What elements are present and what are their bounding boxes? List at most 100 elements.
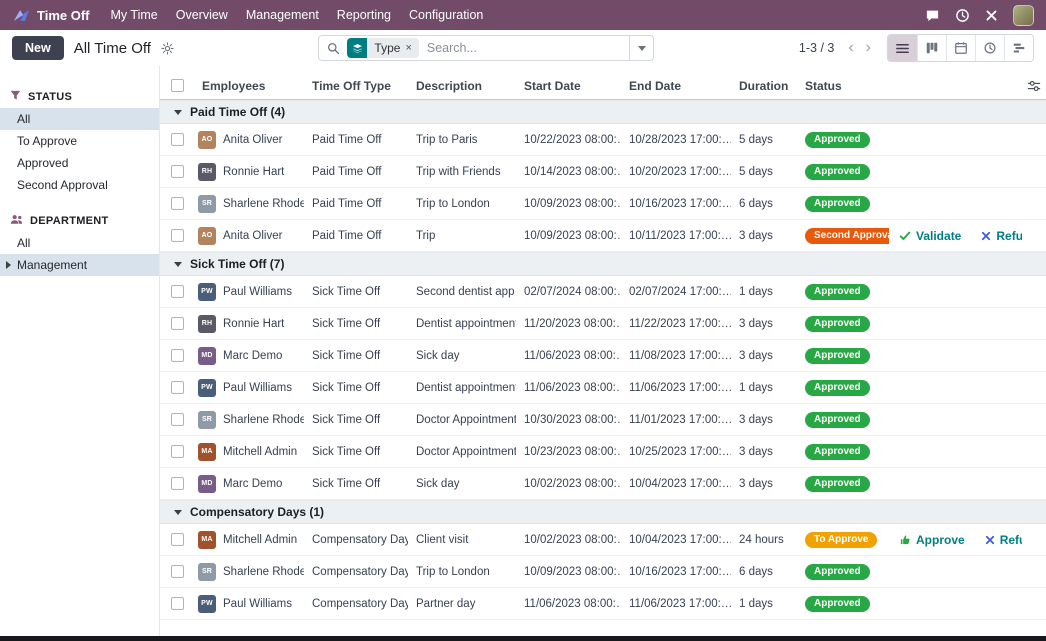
status-badge: Approved bbox=[805, 316, 870, 332]
pager-previous-button[interactable]: ‹ bbox=[842, 40, 859, 56]
list-view-button[interactable] bbox=[888, 35, 917, 61]
row-checkbox[interactable] bbox=[171, 445, 184, 458]
end-date: 11/08/2023 17:00:… bbox=[621, 340, 731, 371]
table-row[interactable]: SR Sharlene Rhodes Sick Time Off Doctor … bbox=[160, 404, 1046, 436]
app-menu[interactable]: Time Off bbox=[12, 8, 90, 23]
refuse-button[interactable]: Refuse bbox=[985, 533, 1022, 547]
action-label: Approve bbox=[916, 533, 965, 547]
optional-columns-toggle-icon[interactable] bbox=[1027, 79, 1041, 93]
sidebar-item-department-all[interactable]: All bbox=[0, 232, 159, 254]
column-header-timeoff-type[interactable]: Time Off Type bbox=[304, 79, 408, 93]
status-badge: Approved bbox=[805, 380, 870, 396]
column-header-duration[interactable]: Duration bbox=[731, 79, 797, 93]
row-actions bbox=[889, 404, 1022, 435]
menu-management[interactable]: Management bbox=[237, 0, 328, 30]
duration: 5 days bbox=[731, 124, 797, 155]
table-row[interactable]: MD Marc Demo Sick Time Off Sick day 11/0… bbox=[160, 340, 1046, 372]
row-actions bbox=[889, 588, 1022, 619]
search-input[interactable] bbox=[427, 41, 630, 55]
window-bottom-edge bbox=[0, 636, 1046, 641]
refuse-button[interactable]: Refuse bbox=[981, 229, 1022, 243]
sidebar-item-status-all[interactable]: All bbox=[0, 108, 159, 130]
employee-name: Paul Williams bbox=[223, 598, 292, 610]
messages-icon[interactable] bbox=[925, 8, 940, 23]
status-badge: Approved bbox=[805, 444, 870, 460]
validate-button[interactable]: Validate bbox=[899, 229, 961, 243]
activity-view-button[interactable] bbox=[975, 35, 1004, 61]
approve-button[interactable]: Approve bbox=[899, 533, 965, 547]
sidebar-item-to-approve[interactable]: To Approve bbox=[0, 130, 159, 152]
duration: 3 days bbox=[731, 308, 797, 339]
group-header-row[interactable]: Paid Time Off (4) bbox=[160, 100, 1046, 124]
end-date: 10/04/2023 17:00:… bbox=[621, 524, 731, 555]
new-button[interactable]: New bbox=[12, 36, 64, 60]
table-row[interactable]: PW Paul Williams Sick Time Off Second de… bbox=[160, 276, 1046, 308]
row-checkbox[interactable] bbox=[171, 477, 184, 490]
sidebar-item-second-approval[interactable]: Second Approval bbox=[0, 174, 159, 196]
row-checkbox[interactable] bbox=[171, 565, 184, 578]
table-row[interactable]: RH Ronnie Hart Sick Time Off Dentist app… bbox=[160, 308, 1046, 340]
groupby-facet-type[interactable]: Type × bbox=[347, 38, 418, 58]
gantt-view-button[interactable] bbox=[1004, 35, 1033, 61]
action-label: Validate bbox=[916, 229, 961, 243]
row-checkbox[interactable] bbox=[171, 285, 184, 298]
description: Trip to London bbox=[408, 188, 516, 219]
row-checkbox[interactable] bbox=[171, 317, 184, 330]
menu-reporting[interactable]: Reporting bbox=[328, 0, 400, 30]
row-checkbox[interactable] bbox=[171, 413, 184, 426]
menu-overview[interactable]: Overview bbox=[167, 0, 237, 30]
facet-remove-icon[interactable]: × bbox=[405, 42, 418, 54]
activities-clock-icon[interactable] bbox=[955, 8, 970, 23]
search-dropdown-toggle[interactable] bbox=[629, 36, 653, 60]
table-row[interactable]: SR Sharlene Rhodes Compensatory Days Tri… bbox=[160, 556, 1046, 588]
menu-my-time[interactable]: My Time bbox=[102, 0, 167, 30]
row-actions bbox=[889, 468, 1022, 499]
row-checkbox[interactable] bbox=[171, 229, 184, 242]
check-icon bbox=[899, 230, 911, 242]
sidebar-section-department-header[interactable]: DEPARTMENT bbox=[0, 210, 159, 232]
column-header-end-date[interactable]: End Date bbox=[621, 79, 731, 93]
pager-range[interactable]: 1-3 / 3 bbox=[799, 41, 834, 55]
kanban-view-button[interactable] bbox=[917, 35, 946, 61]
table-body: Paid Time Off (4) AO Anita Oliver Paid T… bbox=[160, 100, 1046, 641]
end-date: 11/06/2023 17:00:… bbox=[621, 588, 731, 619]
table-row[interactable]: MD Marc Demo Sick Time Off Sick day 10/0… bbox=[160, 468, 1046, 500]
row-checkbox[interactable] bbox=[171, 597, 184, 610]
table-row[interactable]: MA Mitchell Admin Compensatory Days Clie… bbox=[160, 524, 1046, 556]
sidebar-section-status-header[interactable]: STATUS bbox=[0, 86, 159, 108]
select-all-checkbox[interactable] bbox=[171, 79, 184, 92]
column-header-description[interactable]: Description bbox=[408, 79, 516, 93]
group-header-row[interactable]: Compensatory Days (1) bbox=[160, 500, 1046, 524]
pager-next-button[interactable]: › bbox=[860, 40, 877, 56]
row-actions bbox=[889, 156, 1022, 187]
column-header-status[interactable]: Status bbox=[797, 79, 889, 93]
column-header-employees[interactable]: Employees bbox=[194, 79, 304, 93]
table-row[interactable]: AO Anita Oliver Paid Time Off Trip to Pa… bbox=[160, 124, 1046, 156]
gear-icon[interactable] bbox=[161, 42, 174, 55]
group-header-row[interactable]: Sick Time Off (7) bbox=[160, 252, 1046, 276]
calendar-view-button[interactable] bbox=[946, 35, 975, 61]
table-row[interactable]: PW Paul Williams Sick Time Off Dentist a… bbox=[160, 372, 1046, 404]
user-avatar[interactable] bbox=[1013, 5, 1034, 26]
row-checkbox[interactable] bbox=[171, 533, 184, 546]
row-checkbox[interactable] bbox=[171, 197, 184, 210]
tools-x-icon[interactable] bbox=[985, 9, 998, 22]
table-row[interactable]: AO Anita Oliver Paid Time Off Trip 10/09… bbox=[160, 220, 1046, 252]
end-date: 10/16/2023 17:00:… bbox=[621, 188, 731, 219]
duration: 5 days bbox=[731, 156, 797, 187]
row-checkbox[interactable] bbox=[171, 165, 184, 178]
row-checkbox[interactable] bbox=[171, 133, 184, 146]
duration: 1 days bbox=[731, 372, 797, 403]
table-row[interactable]: SR Sharlene Rhodes Paid Time Off Trip to… bbox=[160, 188, 1046, 220]
end-date: 11/06/2023 17:00:… bbox=[621, 372, 731, 403]
pager: 1-3 / 3 ‹ › bbox=[799, 40, 877, 56]
table-row[interactable]: RH Ronnie Hart Paid Time Off Trip with F… bbox=[160, 156, 1046, 188]
column-header-start-date[interactable]: Start Date bbox=[516, 79, 621, 93]
menu-configuration[interactable]: Configuration bbox=[400, 0, 492, 30]
sidebar-item-approved[interactable]: Approved bbox=[0, 152, 159, 174]
table-row[interactable]: PW Paul Williams Compensatory Days Partn… bbox=[160, 588, 1046, 620]
sidebar-item-management[interactable]: Management bbox=[0, 254, 159, 276]
row-checkbox[interactable] bbox=[171, 349, 184, 362]
table-row[interactable]: MA Mitchell Admin Sick Time Off Doctor A… bbox=[160, 436, 1046, 468]
row-checkbox[interactable] bbox=[171, 381, 184, 394]
